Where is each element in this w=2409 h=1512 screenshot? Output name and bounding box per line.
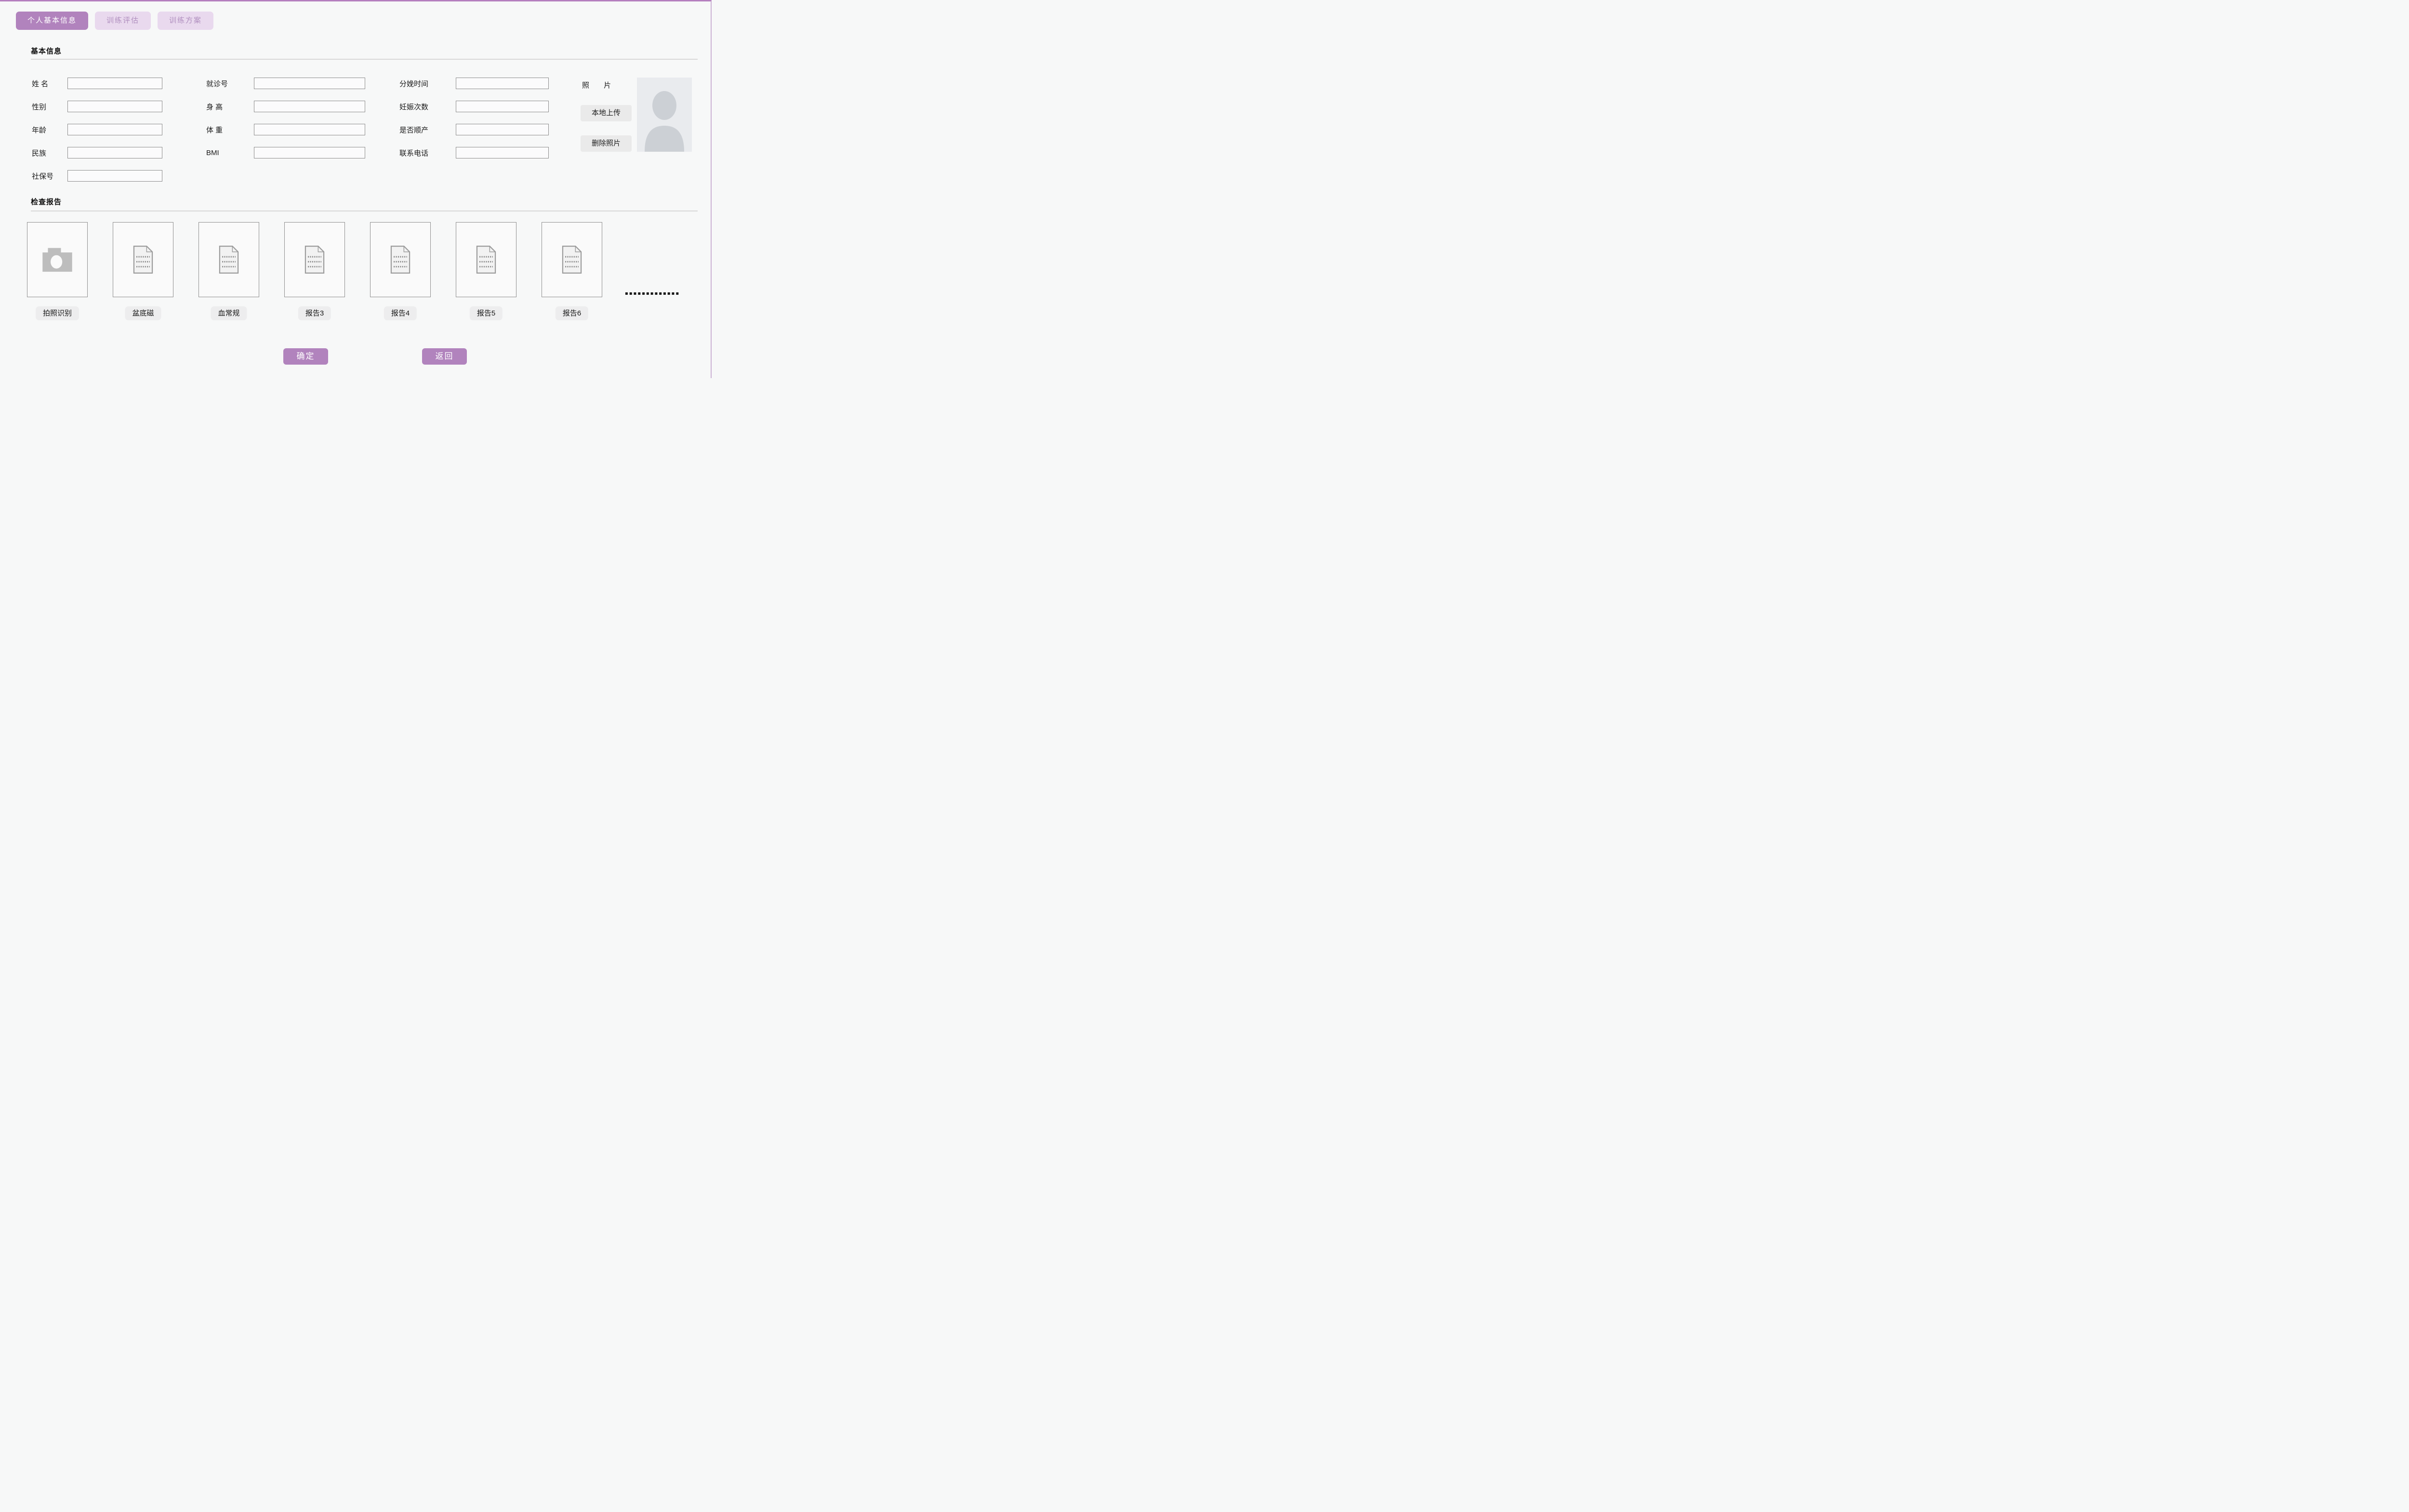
field-social-security: 社保号 bbox=[32, 170, 162, 182]
photo-label: 照 片 bbox=[582, 80, 611, 90]
report-label[interactable]: 报告5 bbox=[470, 306, 503, 320]
visit-number-input[interactable] bbox=[254, 78, 365, 89]
field-height: 身 高 bbox=[206, 100, 365, 113]
bmi-label: BMI bbox=[206, 149, 254, 157]
pregnancy-count-label: 妊娠次数 bbox=[399, 102, 456, 112]
field-gender: 性别 bbox=[32, 100, 162, 113]
report-card-photo-recognition[interactable] bbox=[27, 222, 88, 297]
field-bmi: BMI bbox=[206, 146, 365, 159]
name-input[interactable] bbox=[67, 78, 162, 89]
field-age: 年龄 bbox=[32, 123, 162, 136]
natural-birth-label: 是否顺产 bbox=[399, 125, 456, 135]
local-upload-button[interactable]: 本地上传 bbox=[581, 105, 632, 121]
back-button[interactable]: 返回 bbox=[422, 348, 467, 365]
natural-birth-input[interactable] bbox=[456, 124, 549, 135]
delivery-time-label: 分娩时间 bbox=[399, 79, 456, 89]
age-input[interactable] bbox=[67, 124, 162, 135]
personal-info-page: 个人基本信息 训练评估 训练方案 基本信息 姓 名 性别 年龄 民族 社保号 就… bbox=[0, 0, 712, 378]
report-card[interactable] bbox=[542, 222, 602, 297]
field-pregnancy-count: 妊娠次数 bbox=[399, 100, 549, 113]
name-label: 姓 名 bbox=[32, 79, 67, 89]
report-label[interactable]: 血常规 bbox=[211, 306, 247, 320]
pregnancy-count-input[interactable] bbox=[456, 101, 549, 112]
report-card[interactable] bbox=[284, 222, 345, 297]
weight-label: 体 重 bbox=[206, 125, 254, 135]
document-icon bbox=[476, 245, 497, 274]
camera-icon bbox=[41, 247, 73, 273]
field-delivery-time: 分娩时间 bbox=[399, 77, 549, 90]
phone-label: 联系电话 bbox=[399, 148, 456, 158]
field-ethnicity: 民族 bbox=[32, 146, 162, 159]
field-phone: 联系电话 bbox=[399, 146, 549, 159]
avatar bbox=[637, 78, 692, 152]
report-card[interactable] bbox=[199, 222, 259, 297]
report-label-photo-recognition[interactable]: 拍照识别 bbox=[36, 306, 79, 320]
divider bbox=[31, 210, 698, 211]
tab-personal-info[interactable]: 个人基本信息 bbox=[16, 12, 88, 30]
phone-input[interactable] bbox=[456, 147, 549, 158]
document-icon bbox=[304, 245, 325, 274]
height-label: 身 高 bbox=[206, 102, 254, 112]
report-card[interactable] bbox=[370, 222, 431, 297]
ethnicity-input[interactable] bbox=[67, 147, 162, 158]
field-natural-birth: 是否顺产 bbox=[399, 123, 549, 136]
visit-number-label: 就诊号 bbox=[206, 79, 254, 89]
delivery-time-input[interactable] bbox=[456, 78, 549, 89]
weight-input[interactable] bbox=[254, 124, 365, 135]
document-icon bbox=[561, 245, 582, 274]
gender-input[interactable] bbox=[67, 101, 162, 112]
reports-title: 检查报告 bbox=[31, 197, 62, 207]
report-label[interactable]: 报告3 bbox=[298, 306, 331, 320]
document-icon bbox=[390, 245, 411, 274]
report-card[interactable] bbox=[456, 222, 516, 297]
delete-photo-button[interactable]: 删除照片 bbox=[581, 135, 632, 152]
report-label[interactable]: 报告4 bbox=[384, 306, 417, 320]
field-visit-number: 就诊号 bbox=[206, 77, 365, 90]
document-icon bbox=[218, 245, 239, 274]
divider bbox=[31, 59, 698, 60]
report-label[interactable]: 报告6 bbox=[556, 306, 588, 320]
height-input[interactable] bbox=[254, 101, 365, 112]
confirm-button[interactable]: 确定 bbox=[283, 348, 328, 365]
tab-bar: 个人基本信息 训练评估 训练方案 bbox=[16, 12, 213, 30]
age-label: 年龄 bbox=[32, 125, 67, 135]
document-icon bbox=[132, 245, 154, 274]
bmi-input[interactable] bbox=[254, 147, 365, 158]
report-card[interactable] bbox=[113, 222, 173, 297]
social-security-input[interactable] bbox=[67, 170, 162, 182]
report-label[interactable]: 盆底磁 bbox=[125, 306, 161, 320]
basic-info-title: 基本信息 bbox=[31, 46, 62, 56]
gender-label: 性别 bbox=[32, 102, 67, 112]
tab-training-plan[interactable]: 训练方案 bbox=[158, 12, 213, 30]
ethnicity-label: 民族 bbox=[32, 148, 67, 158]
field-name: 姓 名 bbox=[32, 77, 162, 90]
person-silhouette-icon bbox=[637, 78, 692, 152]
tab-training-assessment[interactable]: 训练评估 bbox=[95, 12, 151, 30]
social-security-label: 社保号 bbox=[32, 171, 67, 181]
field-weight: 体 重 bbox=[206, 123, 365, 136]
more-reports-indicator: ▪▪▪▪▪▪▪▪▪▪▪▪▪ bbox=[625, 291, 680, 296]
